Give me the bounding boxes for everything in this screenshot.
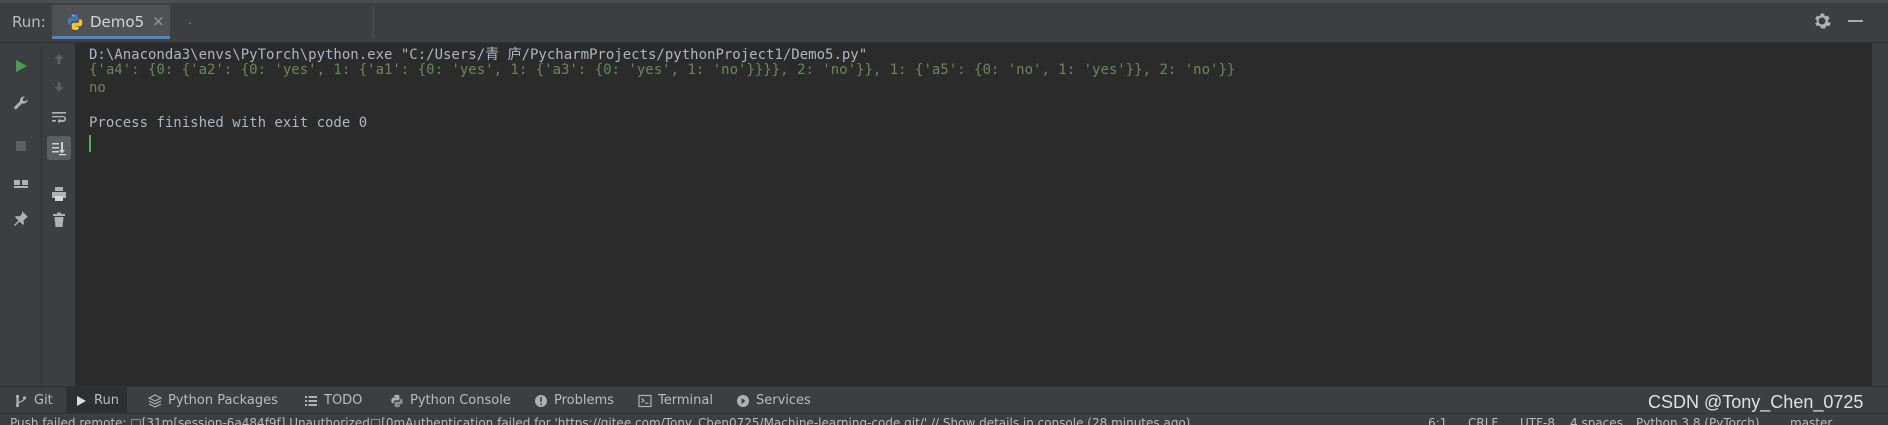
git-branch-icon xyxy=(15,394,27,407)
tool-tab-python-console[interactable]: Python Console xyxy=(382,387,519,414)
trash-icon xyxy=(53,212,65,227)
tab-demo5[interactable]: Demo5 × xyxy=(52,5,170,39)
layers-icon xyxy=(148,393,162,408)
output-line-result: no xyxy=(89,80,106,96)
play-icon xyxy=(77,395,86,406)
tool-tab-run[interactable]: Run xyxy=(66,387,127,414)
tab-active-underline xyxy=(52,36,170,39)
watermark: CSDN @Tony_Chen_0725 xyxy=(1648,392,1864,412)
run-toolbar-secondary xyxy=(42,43,76,386)
tool-tab-label: Python Console xyxy=(410,393,511,408)
tool-tab-problems[interactable]: Problems xyxy=(526,387,622,414)
output-line-dict: {'a4': {0: {'a2': {0: 'yes', 1: {'a1': {… xyxy=(89,62,1236,78)
pin-icon xyxy=(14,211,28,226)
previous-occurrence-button[interactable] xyxy=(47,47,71,71)
python-icon xyxy=(67,14,83,30)
tool-tab-terminal[interactable]: Terminal xyxy=(630,387,721,414)
stop-button[interactable] xyxy=(9,134,33,158)
printer-icon xyxy=(52,187,66,201)
list-icon xyxy=(305,395,317,406)
soft-wrap-icon xyxy=(52,112,66,124)
tool-tab-services[interactable]: Services xyxy=(728,387,819,414)
indent-setting[interactable]: 4 spaces xyxy=(1570,416,1623,425)
tool-tab-label: Problems xyxy=(554,393,614,408)
soft-wrap-button[interactable] xyxy=(47,105,71,129)
status-message[interactable]: Push failed remote: □[31m[session-6a484f… xyxy=(10,416,1190,425)
command-line: D:\Anaconda3\envs\PyTorch\python.exe "C:… xyxy=(89,47,868,63)
git-branch[interactable]: master xyxy=(1790,416,1832,425)
tool-tab-python-packages[interactable]: Python Packages xyxy=(140,387,286,414)
status-bar: Push failed remote: □[31m[session-6a484f… xyxy=(0,413,1888,425)
rerun-button[interactable] xyxy=(9,54,33,78)
header-separator xyxy=(373,6,374,38)
pin-tab-button[interactable] xyxy=(9,206,33,230)
terminal-icon xyxy=(638,394,652,407)
tool-tab-label: TODO xyxy=(324,393,363,408)
header-top-border xyxy=(0,0,1888,3)
text-caret xyxy=(89,135,91,152)
minimize-icon[interactable] xyxy=(1848,20,1863,22)
header-dot: . xyxy=(188,13,192,27)
python-icon xyxy=(391,394,403,407)
python-interpreter[interactable]: Python 3.8 (PyTorch) xyxy=(1636,416,1760,425)
stop-icon xyxy=(16,141,26,151)
run-toolbar-primary xyxy=(0,43,42,386)
exit-message: Process finished with exit code 0 xyxy=(89,115,368,131)
tool-tab-label: Terminal xyxy=(658,393,713,408)
line-separator[interactable]: CRLF xyxy=(1468,416,1498,425)
scroll-to-end-button[interactable] xyxy=(47,136,71,160)
file-encoding[interactable]: UTF-8 xyxy=(1520,416,1555,425)
play-icon xyxy=(16,60,27,72)
caret-position[interactable]: 6:1 xyxy=(1428,416,1447,425)
wrench-icon xyxy=(14,96,28,110)
restore-layout-button[interactable] xyxy=(9,172,33,196)
tool-tab-git[interactable]: Git xyxy=(6,387,61,414)
vertical-scrollbar[interactable] xyxy=(1872,43,1888,386)
tab-label: Demo5 xyxy=(90,13,145,31)
next-occurrence-button[interactable] xyxy=(47,75,71,99)
tool-tab-label: Python Packages xyxy=(168,393,278,408)
tool-tab-label: Git xyxy=(34,393,53,408)
run-tool-window-header: Run: Demo5 × . xyxy=(0,0,1888,43)
arrow-up-icon xyxy=(54,54,64,64)
print-button[interactable] xyxy=(47,182,71,206)
tab-close-icon[interactable]: × xyxy=(152,12,165,30)
clear-all-button[interactable] xyxy=(47,208,71,232)
info-icon xyxy=(535,394,547,407)
gear-icon[interactable] xyxy=(1812,11,1832,31)
edit-configuration-button[interactable] xyxy=(9,91,33,115)
scroll-to-end-icon xyxy=(52,142,66,156)
arrow-down-icon xyxy=(54,82,64,92)
run-label: Run: xyxy=(12,13,46,31)
tool-tab-label: Run xyxy=(94,393,119,408)
console-output[interactable]: D:\Anaconda3\envs\PyTorch\python.exe "C:… xyxy=(76,43,1872,386)
tool-window-bar: Git Run Python Packages TODO Python Cons… xyxy=(0,386,1888,414)
services-play-icon xyxy=(737,394,749,407)
layout-icon xyxy=(14,180,28,188)
tool-tab-label: Services xyxy=(756,393,811,408)
tool-tab-todo[interactable]: TODO xyxy=(296,387,370,414)
